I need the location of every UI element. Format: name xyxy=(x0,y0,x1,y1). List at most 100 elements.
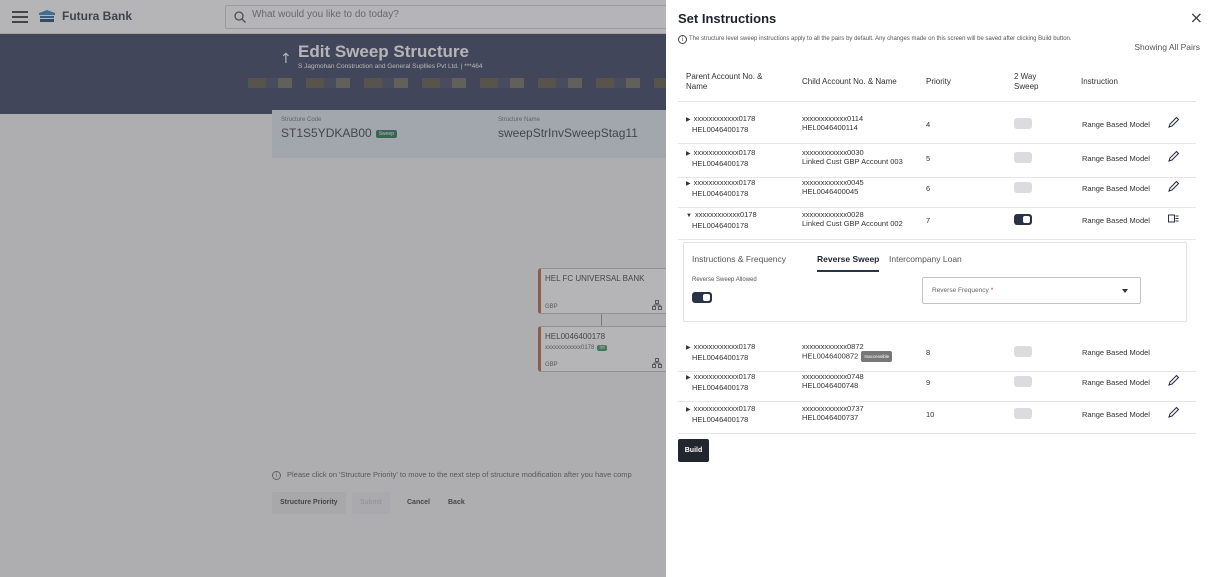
expand-caret-icon[interactable]: ▶ xyxy=(686,116,691,125)
tab-reverse-sweep[interactable]: Reverse Sweep xyxy=(817,254,880,272)
set-instructions-panel: Set Instructions × i The structure level… xyxy=(666,0,1213,577)
table-row-expanded[interactable]: ▼ xxxxxxxxxxxx0178 HEL0046400178 xxxxxxxxx… xyxy=(678,202,1196,240)
expand-caret-icon[interactable]: ▶ xyxy=(686,344,691,353)
save-instruction-icon[interactable] xyxy=(1167,212,1180,225)
child-account-cell: xxxxxxxxxxxx0028 Linked Cust GBP Account … xyxy=(802,210,903,228)
collapse-caret-icon[interactable]: ▼ xyxy=(686,212,692,221)
required-marker: * xyxy=(990,287,994,294)
header-instruction: Instruction xyxy=(1081,77,1118,86)
priority-value: 7 xyxy=(926,216,931,225)
child-account-number: xxxxxxxxxxxx0030 xyxy=(802,148,864,157)
child-account-cell: xxxxxxxxxxxx0030 Linked Cust GBP Account … xyxy=(802,148,903,166)
parent-account-cell: ▶ xxxxxxxxxxxx0178 HEL0046400178 xyxy=(686,342,755,362)
child-account-number: xxxxxxxxxxxx0045 xyxy=(802,178,864,187)
panel-info-text: The structure level sweep instructions a… xyxy=(689,36,1072,42)
showing-all-pairs-filter[interactable]: Showing All Pairs xyxy=(1134,42,1200,52)
child-account-cell: xxxxxxxxxxxx0045 HEL0046400045 xyxy=(802,178,864,196)
instruction-value: Range Based Model xyxy=(1082,120,1150,129)
edit-pencil-icon[interactable] xyxy=(1167,180,1180,193)
table-row[interactable]: ▶ xxxxxxxxxxxx0178 HEL0046400178 xxxxxxxxx… xyxy=(678,396,1196,434)
instruction-value: Range Based Model xyxy=(1082,348,1150,357)
child-account-number: xxxxxxxxxxxx0114 xyxy=(802,114,864,123)
panel-title: Set Instructions xyxy=(678,11,777,26)
priority-value: 9 xyxy=(926,378,931,387)
parent-account-number: xxxxxxxxxxxx0178 xyxy=(694,210,757,219)
parent-account-name: HEL0046400178 xyxy=(692,125,749,134)
parent-account-cell: ▶ xxxxxxxxxxxx0178 HEL0046400178 xyxy=(686,148,755,168)
priority-value: 5 xyxy=(926,154,931,163)
parent-account-name: HEL0046400178 xyxy=(692,189,749,198)
parent-account-cell: ▶ xxxxxxxxxxxx0178 HEL0046400178 xyxy=(686,404,755,424)
expand-caret-icon[interactable]: ▶ xyxy=(686,374,691,383)
child-account-number: xxxxxxxxxxxx0748 xyxy=(802,372,864,381)
child-account-name: HEL0046400045 xyxy=(802,187,859,196)
expand-caret-icon[interactable]: ▶ xyxy=(686,180,691,189)
reverse-sweep-allowed-toggle[interactable] xyxy=(692,292,712,303)
child-account-cell: xxxxxxxxxxxx0114 HEL0046400114 xyxy=(802,114,863,132)
edit-pencil-icon[interactable] xyxy=(1167,374,1180,387)
expand-caret-icon[interactable]: ▶ xyxy=(686,150,691,159)
child-account-name: HEL0046400748 xyxy=(802,381,859,390)
edit-pencil-icon[interactable] xyxy=(1167,150,1180,163)
header-two-way-sweep: 2 Way Sweep xyxy=(1014,72,1039,91)
priority-value: 6 xyxy=(926,184,931,193)
close-icon[interactable]: × xyxy=(1190,8,1203,27)
inaccessible-badge: Inaccessible xyxy=(861,351,893,362)
instruction-value: Range Based Model xyxy=(1082,154,1150,163)
reverse-frequency-placeholder: Reverse Frequency * xyxy=(932,287,993,294)
child-account-cell: xxxxxxxxxxxx0872 HEL0046400872 Inaccessibl… xyxy=(802,342,893,362)
priority-value: 10 xyxy=(926,410,935,419)
child-account-number: xxxxxxxxxxxx0872 xyxy=(802,342,864,351)
child-account-cell: xxxxxxxxxxxx0737 HEL0046400737 xyxy=(802,404,864,422)
child-account-name: HEL0046400114 xyxy=(802,123,858,132)
parent-account-cell: ▶ xxxxxxxxxxxx0178 HEL0046400178 xyxy=(686,114,755,134)
two-way-sweep-toggle[interactable] xyxy=(1014,182,1032,193)
priority-value: 8 xyxy=(926,348,931,357)
two-way-sweep-toggle[interactable] xyxy=(1014,152,1032,163)
parent-account-number: xxxxxxxxxxxx0178 xyxy=(693,114,756,123)
child-account-cell: xxxxxxxxxxxx0748 HEL0046400748 xyxy=(802,372,864,390)
parent-account-name: HEL0046400178 xyxy=(692,353,749,362)
table-row[interactable]: ▶ xxxxxxxxxxxx0178 HEL0046400178 xxxxxxxxx… xyxy=(678,106,1196,144)
parent-account-cell: ▶ xxxxxxxxxxxx0178 HEL0046400178 xyxy=(686,372,755,392)
child-account-name: Linked Cust GBP Account 003 xyxy=(802,157,903,166)
parent-account-name: HEL0046400178 xyxy=(692,383,749,392)
instruction-detail-panel: Instructions & Frequency Reverse Sweep I… xyxy=(683,242,1187,322)
reverse-frequency-placeholder-text: Reverse Frequency xyxy=(932,287,989,294)
two-way-sweep-toggle[interactable] xyxy=(1014,214,1032,225)
child-account-name: HEL0046400737 xyxy=(802,413,859,422)
info-icon: i xyxy=(678,35,687,44)
two-way-sweep-toggle[interactable] xyxy=(1014,346,1032,357)
two-way-sweep-toggle[interactable] xyxy=(1014,118,1032,129)
child-account-number: xxxxxxxxxxxx0737 xyxy=(802,404,864,413)
parent-account-number: xxxxxxxxxxxx0178 xyxy=(693,372,756,381)
instruction-value: Range Based Model xyxy=(1082,410,1150,419)
edit-pencil-icon[interactable] xyxy=(1167,116,1180,129)
reverse-frequency-select[interactable]: Reverse Frequency * xyxy=(922,277,1141,304)
tab-instructions-frequency[interactable]: Instructions & Frequency xyxy=(692,254,786,264)
parent-account-cell: ▼ xxxxxxxxxxxx0178 HEL0046400178 xyxy=(686,210,757,230)
instruction-value: Range Based Model xyxy=(1082,216,1150,225)
parent-account-name: HEL0046400178 xyxy=(692,221,749,230)
child-account-name: HEL0046400872 xyxy=(802,351,859,361)
parent-account-cell: ▶ xxxxxxxxxxxx0178 HEL0046400178 xyxy=(686,178,755,198)
priority-value: 4 xyxy=(926,120,931,129)
parent-account-name: HEL0046400178 xyxy=(692,415,749,424)
two-way-sweep-toggle[interactable] xyxy=(1014,376,1032,387)
edit-pencil-icon[interactable] xyxy=(1167,406,1180,419)
instruction-value: Range Based Model xyxy=(1082,378,1150,387)
expand-caret-icon[interactable]: ▶ xyxy=(686,406,691,415)
child-account-number: xxxxxxxxxxxx0028 xyxy=(802,210,864,219)
reverse-sweep-allowed-label: Reverse Sweep Allowed xyxy=(692,277,757,283)
instruction-value: Range Based Model xyxy=(1082,184,1150,193)
build-button[interactable]: Build xyxy=(678,439,709,462)
parent-account-number: xxxxxxxxxxxx0178 xyxy=(693,404,756,413)
header-divider xyxy=(678,101,1196,102)
tab-intercompany-loan[interactable]: Intercompany Loan xyxy=(889,254,962,264)
header-child-account: Child Account No. & Name xyxy=(802,77,897,86)
parent-account-number: xxxxxxxxxxxx0178 xyxy=(693,178,756,187)
header-parent-account: Parent Account No. & Name xyxy=(686,72,763,91)
parent-account-name: HEL0046400178 xyxy=(692,159,749,168)
two-way-sweep-toggle[interactable] xyxy=(1014,408,1032,419)
header-priority: Priority xyxy=(926,77,951,86)
